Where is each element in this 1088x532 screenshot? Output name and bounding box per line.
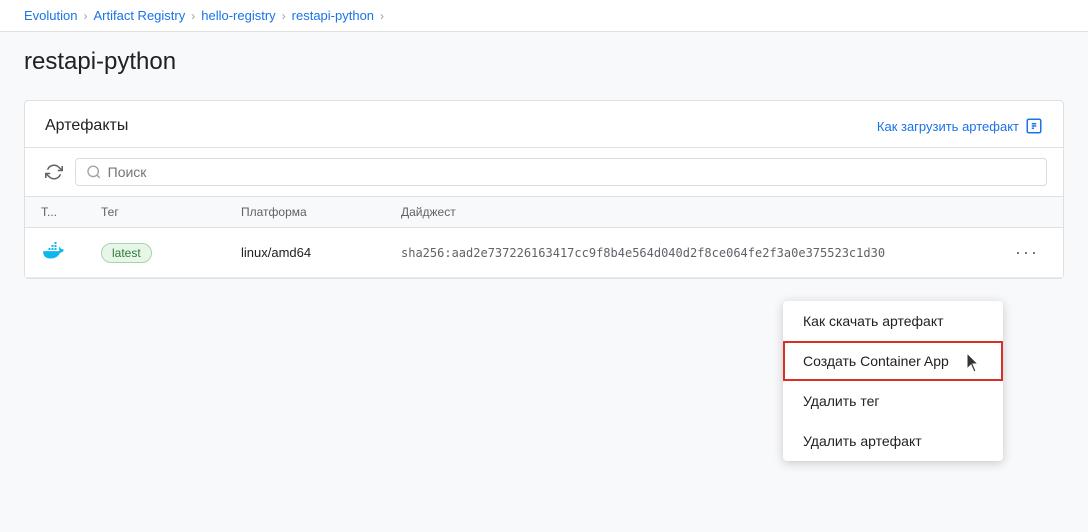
docker-icon <box>41 239 65 263</box>
row-platform: linux/amd64 <box>241 245 401 260</box>
search-icon <box>86 164 102 180</box>
context-menu-item-create-container-app[interactable]: Создать Container App <box>783 341 1003 381</box>
breadcrumb-hello-registry[interactable]: hello-registry <box>201 8 275 23</box>
context-menu-item-delete-artifact[interactable]: Удалить артефакт <box>783 421 1003 461</box>
search-input-wrap <box>75 158 1047 186</box>
search-bar <box>25 148 1063 197</box>
breadcrumb-sep-2: › <box>191 9 195 23</box>
breadcrumb-evolution[interactable]: Evolution <box>24 8 77 23</box>
col-digest: Дайджест <box>401 205 1007 219</box>
tag-badge: latest <box>101 243 152 263</box>
row-type-icon <box>41 239 101 266</box>
context-menu-item-download[interactable]: Как скачать артефакт <box>783 301 1003 341</box>
card-header: Артефакты Как загрузить артефакт <box>25 101 1063 148</box>
artifacts-card: Артефакты Как загрузить артефакт <box>24 100 1064 279</box>
col-type: Т... <box>41 205 101 219</box>
upload-icon <box>1025 117 1043 135</box>
breadcrumb-artifact-registry[interactable]: Artifact Registry <box>93 8 185 23</box>
main-content: Артефакты Как загрузить артефакт <box>0 84 1088 295</box>
create-container-app-label: Создать Container App <box>803 353 949 369</box>
upload-artifact-link[interactable]: Как загрузить артефакт <box>877 117 1043 135</box>
more-actions-button[interactable]: ··· <box>1011 238 1043 267</box>
table-header: Т... Тег Платформа Дайджест <box>25 197 1063 228</box>
upload-artifact-label: Как загрузить артефакт <box>877 119 1019 134</box>
refresh-button[interactable] <box>41 159 67 185</box>
breadcrumb-restapi-python[interactable]: restapi-python <box>292 8 374 23</box>
breadcrumb-sep-1: › <box>83 9 87 23</box>
breadcrumb-sep-4: › <box>380 9 384 23</box>
context-menu: Как скачать артефакт Создать Container A… <box>783 301 1003 461</box>
col-platform: Платформа <box>241 205 401 219</box>
row-actions: ··· <box>1007 238 1047 267</box>
context-menu-item-delete-tag[interactable]: Удалить тег <box>783 381 1003 421</box>
row-digest: sha256:aad2e737226163417cc9f8b4e564d040d… <box>401 246 1007 260</box>
breadcrumb: Evolution › Artifact Registry › hello-re… <box>0 0 1088 32</box>
page-title: restapi-python <box>0 32 1088 84</box>
card-title: Артефакты <box>45 117 128 135</box>
row-tag: latest <box>101 243 241 263</box>
cursor-icon <box>967 353 983 373</box>
breadcrumb-sep-3: › <box>282 9 286 23</box>
refresh-icon <box>45 163 63 181</box>
table-row: latest linux/amd64 sha256:aad2e737226163… <box>25 228 1063 278</box>
col-actions <box>1007 205 1047 219</box>
col-tag: Тег <box>101 205 241 219</box>
search-input[interactable] <box>108 164 1036 180</box>
